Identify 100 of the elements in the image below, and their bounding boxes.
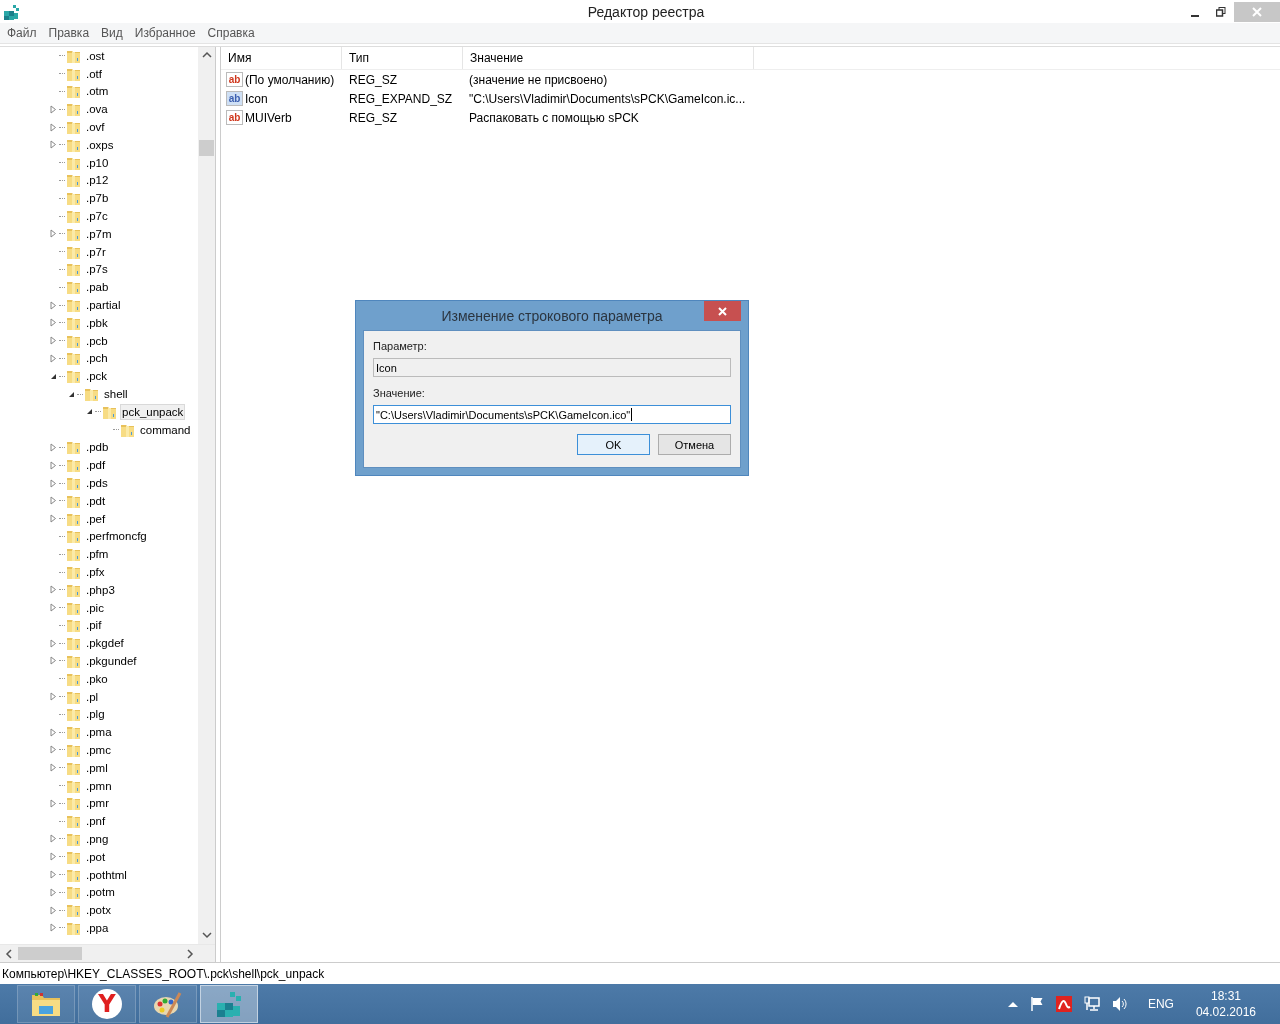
expand-arrow-icon[interactable] <box>49 460 57 470</box>
column-header[interactable]: Имя <box>221 47 342 69</box>
tree-item[interactable]: .plg <box>84 706 107 723</box>
tree-item[interactable]: .php3 <box>84 581 117 598</box>
menu-item[interactable]: Избранное <box>128 26 202 40</box>
expand-arrow-icon[interactable] <box>49 887 57 897</box>
expand-arrow-icon[interactable] <box>49 318 57 328</box>
tree-item[interactable]: .p7m <box>84 225 114 242</box>
flag-icon[interactable] <box>1029 996 1044 1012</box>
tree-item[interactable]: .pkgundef <box>84 653 139 669</box>
tree-item[interactable]: .partial <box>84 297 123 314</box>
expand-arrow-icon[interactable] <box>49 745 57 755</box>
tree-item[interactable]: .pdt <box>84 492 108 509</box>
tree-item[interactable]: .pmr <box>84 795 111 812</box>
input-field[interactable]: "C:\Users\Vladimir\Documents\sPCK\GameIcon.ico" <box>373 405 731 424</box>
horizontal-scrollbar[interactable] <box>0 944 215 962</box>
cancel-button[interactable]: Отмена <box>658 434 731 455</box>
tree-item[interactable]: .p12 <box>84 172 111 189</box>
tree-item[interactable]: .pef <box>84 510 108 527</box>
vertical-scrollbar[interactable] <box>198 47 215 944</box>
tree-item[interactable]: shell <box>102 386 130 403</box>
tree-item[interactable]: .oxps <box>84 136 116 153</box>
tree-item[interactable]: .pif <box>84 617 104 634</box>
expand-arrow-icon[interactable] <box>49 353 57 363</box>
tree-item[interactable]: .pbk <box>84 314 110 331</box>
tree-item[interactable]: .pma <box>84 724 114 741</box>
menu-item[interactable]: Файл <box>1 26 43 40</box>
tree-item[interactable]: .potx <box>84 902 113 919</box>
expand-arrow-icon[interactable] <box>49 442 57 452</box>
network-icon[interactable] <box>1083 996 1100 1012</box>
tree-item[interactable]: .p7r <box>84 243 108 260</box>
expand-arrow-icon[interactable] <box>49 585 57 595</box>
tree-item[interactable]: .ppa <box>84 919 111 936</box>
expand-arrow-icon[interactable] <box>49 727 57 737</box>
tree-item[interactable]: pck_unpack <box>120 403 186 420</box>
tree-item[interactable]: .pml <box>84 759 110 776</box>
tree-item[interactable]: .perfmoncfg <box>84 528 149 545</box>
expand-arrow-icon[interactable] <box>49 692 57 702</box>
tree-item[interactable]: .pds <box>84 475 110 491</box>
expand-arrow-icon[interactable] <box>49 140 57 150</box>
expand-arrow-icon[interactable] <box>49 229 57 239</box>
antivirus-icon[interactable] <box>1055 996 1072 1012</box>
expand-arrow-icon[interactable] <box>49 122 57 132</box>
scroll-up-icon[interactable] <box>201 50 212 60</box>
show-hidden-icons-icon[interactable] <box>1007 1001 1018 1007</box>
tree-item[interactable]: .pab <box>84 279 111 296</box>
column-header[interactable]: Значение <box>463 47 754 69</box>
expand-arrow-icon[interactable] <box>49 834 57 844</box>
clock[interactable]: 18:31 04.02.2016 <box>1195 988 1256 1020</box>
tree-item[interactable]: .pfx <box>84 564 107 580</box>
tree-item[interactable]: .p7b <box>84 190 111 207</box>
scrollbar-thumb[interactable] <box>18 947 82 960</box>
expand-arrow-icon[interactable] <box>49 514 57 524</box>
tree-item[interactable]: .pko <box>84 670 110 687</box>
expand-arrow-icon[interactable] <box>49 852 57 862</box>
tree-item[interactable]: .ost <box>84 47 107 64</box>
expand-arrow-icon[interactable] <box>49 104 57 114</box>
tree-item[interactable]: .pmc <box>84 741 113 758</box>
tree-item[interactable]: command <box>138 421 193 438</box>
tree-item[interactable]: .p7c <box>84 208 110 225</box>
taskbar-button[interactable]: Y <box>78 985 136 1023</box>
value-name[interactable]: Icon <box>243 91 342 106</box>
collapse-arrow-icon[interactable] <box>67 390 75 398</box>
expand-arrow-icon[interactable] <box>49 478 57 488</box>
scrollbar-thumb[interactable] <box>199 140 214 156</box>
tree-item[interactable]: .pck <box>84 368 110 385</box>
tree-item[interactable]: .ovf <box>84 119 107 136</box>
tree-item[interactable]: .pmn <box>84 777 114 794</box>
close-button[interactable] <box>704 301 741 321</box>
tree-item[interactable]: .pnf <box>84 813 108 830</box>
tree-item[interactable]: .pl <box>84 688 101 705</box>
expand-arrow-icon[interactable] <box>49 923 57 933</box>
scroll-down-icon[interactable] <box>201 930 212 940</box>
ok-button[interactable]: OK <box>577 434 650 455</box>
tree-item[interactable]: .otm <box>84 83 111 100</box>
tree-item[interactable]: .pot <box>84 848 108 865</box>
tree-item[interactable]: .pkgdef <box>84 635 126 652</box>
expand-arrow-icon[interactable] <box>49 870 57 880</box>
value-name[interactable]: (По умолчанию) <box>243 72 342 87</box>
menu-item[interactable]: Вид <box>95 26 129 40</box>
expand-arrow-icon[interactable] <box>49 603 57 613</box>
menu-item[interactable]: Правка <box>42 26 96 40</box>
tree-item[interactable]: .pdb <box>84 439 111 456</box>
language-indicator[interactable]: ENG <box>1147 997 1174 1011</box>
tree-item[interactable]: .pic <box>84 599 106 616</box>
tree-item[interactable]: .pfm <box>84 546 111 563</box>
scroll-right-icon[interactable] <box>185 948 195 959</box>
tree-item[interactable]: .png <box>84 830 111 847</box>
collapse-arrow-icon[interactable] <box>49 372 57 380</box>
expand-arrow-icon[interactable] <box>49 638 57 648</box>
expand-arrow-icon[interactable] <box>49 763 57 773</box>
scroll-left-icon[interactable] <box>4 948 14 959</box>
menu-item[interactable]: Справка <box>201 26 261 40</box>
taskbar-button[interactable] <box>139 985 197 1023</box>
column-header[interactable]: Тип <box>342 47 463 69</box>
expand-arrow-icon[interactable] <box>49 798 57 808</box>
tree-item[interactable]: .ova <box>84 101 110 118</box>
taskbar-button[interactable] <box>17 985 75 1023</box>
collapse-arrow-icon[interactable] <box>85 408 93 416</box>
value-name[interactable]: MUIVerb <box>243 110 342 125</box>
